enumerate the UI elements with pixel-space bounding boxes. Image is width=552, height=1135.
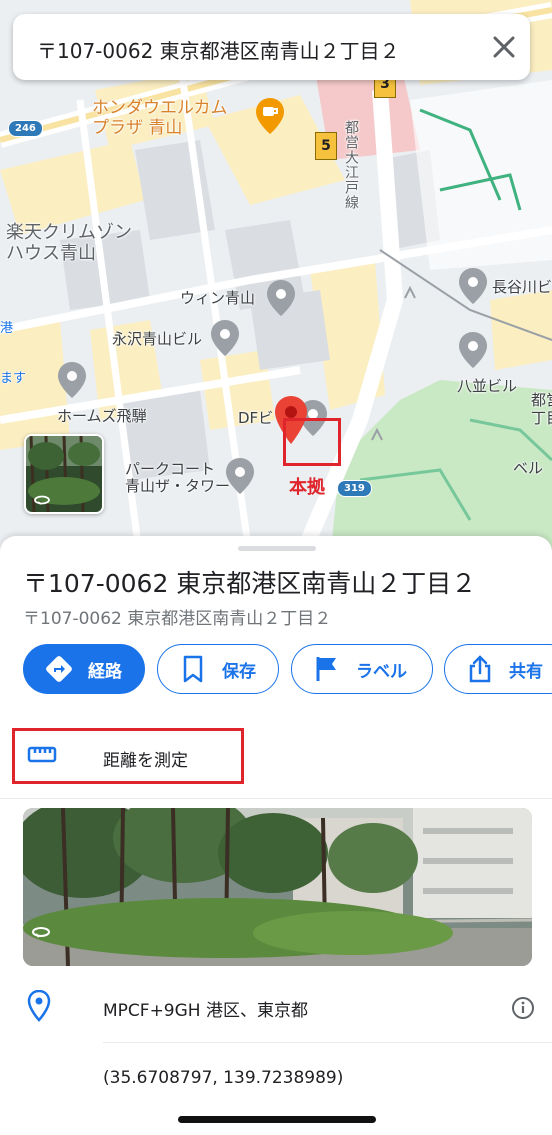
close-icon[interactable]	[484, 27, 524, 67]
annotation-highlight-box	[283, 418, 341, 466]
share-button[interactable]: 共有	[444, 644, 552, 694]
map-label-toei-oedo-line: 都営大江戸線	[343, 120, 359, 210]
ruler-icon	[27, 743, 57, 771]
poi-pin-icon[interactable]	[57, 362, 87, 398]
divider	[0, 798, 552, 799]
poi-pin-icon[interactable]	[458, 332, 488, 368]
directions-label: 経路	[88, 661, 122, 682]
street-view-thumbnail[interactable]	[24, 434, 104, 514]
road-shield-246: 246	[8, 120, 43, 137]
map-label-df[interactable]: DFビ	[238, 410, 273, 427]
map-label-homes[interactable]: ホームズ飛騨	[57, 408, 147, 425]
measure-distance-button[interactable]: 距離を測定	[12, 728, 244, 784]
plus-code-text: MPCF+9GH 港区、東京都	[103, 1001, 308, 1021]
plus-code-row[interactable]: MPCF+9GH 港区、東京都	[0, 978, 552, 1038]
map-view[interactable]: ホンダウエルカム プラザ 青山 楽天クリムゾン ハウス青山 ウィン青山 永沢青山…	[0, 0, 552, 560]
road-shield-319: 319	[337, 480, 372, 497]
flag-icon	[312, 654, 342, 684]
save-button[interactable]: 保存	[157, 644, 279, 694]
map-label-hasegawa[interactable]: 長谷川ビ	[492, 279, 552, 296]
map-label-rakuten[interactable]: 楽天クリムゾン ハウス青山	[6, 222, 132, 264]
save-label: 保存	[222, 661, 256, 682]
map-label-left-edge-2: ます	[0, 371, 27, 386]
bookmark-icon	[178, 654, 208, 684]
poi-pin-icon[interactable]	[225, 458, 255, 494]
info-icon[interactable]	[511, 996, 535, 1024]
home-indicator[interactable]	[178, 1116, 376, 1123]
search-query-text[interactable]: 〒107-0062 東京都港区南青山２丁目２	[37, 35, 400, 64]
directions-icon	[44, 654, 74, 684]
place-photo[interactable]	[23, 808, 532, 966]
share-label: 共有	[509, 661, 543, 682]
place-title: 〒107-0062 東京都港区南青山２丁目２	[23, 569, 477, 598]
drag-handle[interactable]	[238, 546, 316, 551]
label-label: ラベル	[356, 661, 407, 682]
map-label-bell: ベル	[513, 459, 544, 477]
place-details-sheet: 〒107-0062 東京都港区南青山２丁目２ 〒107-0062 東京都港区南青…	[0, 536, 552, 1135]
cafe-poi-icon[interactable]	[255, 98, 285, 134]
map-label-yanami[interactable]: 八並ビル	[457, 378, 517, 395]
map-label-nagasawa[interactable]: 永沢青山ビル	[112, 331, 202, 348]
coordinates-text[interactable]: (35.6708797, 139.7238989)	[103, 1068, 343, 1088]
annotation-label: 本拠	[289, 477, 325, 498]
map-label-left-edge-1: 港	[0, 321, 14, 336]
measure-distance-label: 距離を測定	[103, 751, 188, 771]
label-button[interactable]: ラベル	[291, 644, 433, 694]
poi-pin-icon[interactable]	[458, 268, 488, 304]
location-pin-icon	[27, 989, 51, 1026]
poi-pin-icon[interactable]	[210, 320, 240, 356]
map-label-honda[interactable]: ホンダウエルカム プラザ 青山	[92, 98, 228, 138]
place-subtitle: 〒107-0062 東京都港区南青山２丁目２	[23, 609, 332, 629]
station-exit-badge[interactable]: 5	[315, 132, 337, 160]
search-bar[interactable]: 〒107-0062 東京都港区南青山２丁目２	[13, 14, 530, 80]
map-label-parkcourt[interactable]: パークコート 青山ザ・タワー	[125, 461, 230, 495]
poi-pin-icon[interactable]	[266, 280, 296, 316]
map-label-toei-right: 都営	[531, 391, 552, 409]
map-label-win[interactable]: ウィン青山	[180, 290, 255, 307]
map-label-chome: 丁目	[531, 409, 552, 427]
share-icon	[465, 654, 495, 684]
directions-button[interactable]: 経路	[23, 644, 145, 694]
divider	[103, 1042, 552, 1043]
